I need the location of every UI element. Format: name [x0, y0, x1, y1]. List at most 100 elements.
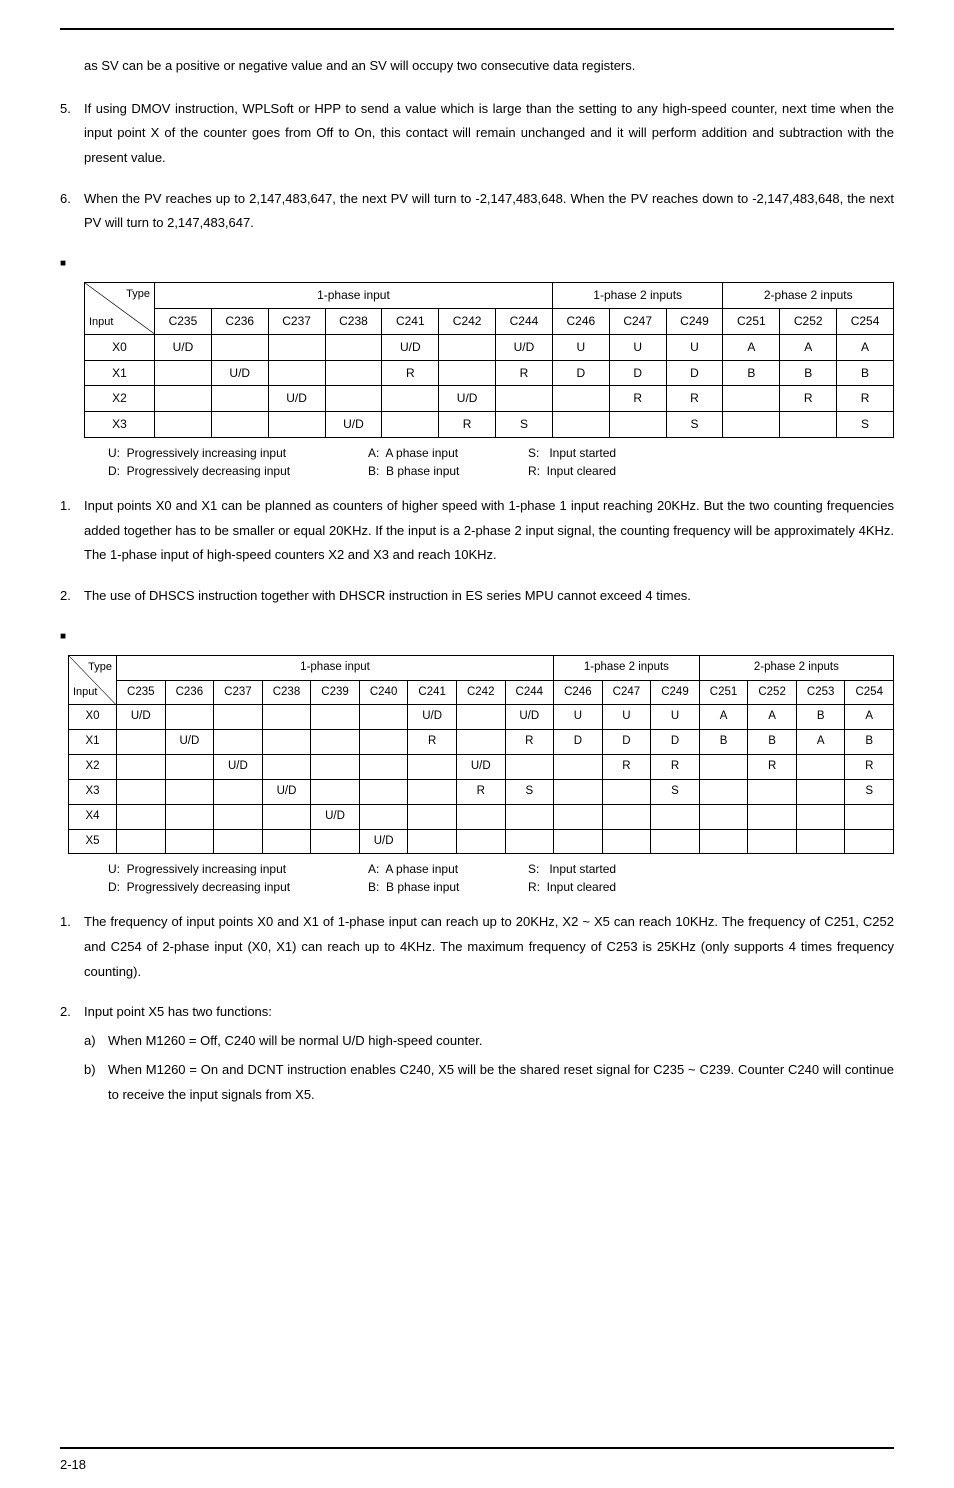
table-cell	[262, 829, 311, 854]
s1-n2: 2.	[60, 584, 84, 609]
table-cell: D	[666, 360, 723, 386]
table-cell	[262, 730, 311, 755]
table-cell	[408, 804, 457, 829]
table-row-header: X1	[85, 360, 155, 386]
table-cell: U/D	[439, 386, 496, 412]
t1-g1: 1-phase input	[155, 283, 553, 309]
t2-g3: 2-phase 2 inputs	[699, 655, 893, 680]
table-cell: R	[748, 755, 797, 780]
table-cell: U/D	[408, 705, 457, 730]
table-cell: S	[666, 412, 723, 438]
s1-t2: The use of DHSCS instruction together wi…	[84, 584, 894, 609]
table-cell	[723, 386, 780, 412]
s2-sub-b: b) When M1260 = On and DCNT instruction …	[84, 1058, 894, 1107]
table-cell: R	[845, 755, 894, 780]
table-cell	[651, 804, 700, 829]
table-col-header: C235	[155, 308, 212, 334]
table-col-header: C239	[311, 680, 360, 705]
table-col-header: C236	[211, 308, 268, 334]
leg-b: B: B phase input	[368, 462, 528, 480]
leg2-a: A: A phase input	[368, 860, 528, 878]
table-cell: R	[780, 386, 837, 412]
table-cell	[552, 386, 609, 412]
table-row: X2U/DU/DRRRR	[69, 755, 894, 780]
s1-item-1: 1. Input points X0 and X1 can be planned…	[60, 494, 894, 568]
legend-1: U: Progressively increasing input A: A p…	[108, 444, 894, 480]
s2-t1: The frequency of input points X0 and X1 …	[84, 910, 894, 984]
table-cell	[748, 779, 797, 804]
leg2-d: D: Progressively decreasing input	[108, 878, 368, 896]
leg2-s: S: Input started	[528, 860, 678, 878]
table-row: X0U/DU/DU/DUUUAAA	[85, 334, 894, 360]
table-row-header: X0	[85, 334, 155, 360]
leg2-r: R: Input cleared	[528, 878, 678, 896]
table-cell: U/D	[456, 755, 505, 780]
table-cell	[748, 804, 797, 829]
table-cell	[382, 412, 439, 438]
table-cell	[602, 779, 651, 804]
table-cell	[554, 829, 603, 854]
table-cell	[609, 412, 666, 438]
item-6: 6. When the PV reaches up to 2,147,483,6…	[60, 187, 894, 236]
s2-b-t: When M1260 = On and DCNT instruction ena…	[108, 1058, 894, 1107]
table-cell	[155, 386, 212, 412]
table-cell	[699, 804, 748, 829]
t1-g3: 2-phase 2 inputs	[723, 283, 894, 309]
table-cell	[214, 779, 263, 804]
table-cell: D	[602, 730, 651, 755]
table-col-header: C254	[837, 308, 894, 334]
table-cell: S	[496, 412, 553, 438]
table-cell: R	[837, 386, 894, 412]
table-col-header: C251	[723, 308, 780, 334]
table-cell	[651, 829, 700, 854]
table-cell: U/D	[359, 829, 408, 854]
intro-text: as SV can be a positive or negative valu…	[84, 54, 894, 79]
table-cell: S	[505, 779, 554, 804]
table-cell: U/D	[496, 334, 553, 360]
table-cell	[408, 755, 457, 780]
table-cell	[796, 779, 845, 804]
table-col-header: C252	[780, 308, 837, 334]
table-col-header: C244	[496, 308, 553, 334]
table-cell	[796, 804, 845, 829]
s2-item-2: 2. Input point X5 has two functions:	[60, 1000, 894, 1025]
table-cell: B	[748, 730, 797, 755]
table-cell	[325, 360, 382, 386]
table-cell	[723, 412, 780, 438]
table-cell: U/D	[505, 705, 554, 730]
table-cell	[268, 334, 325, 360]
t2-type: Type	[88, 657, 112, 678]
table-cell: B	[723, 360, 780, 386]
s2-b-n: b)	[84, 1058, 108, 1083]
table-cell	[117, 755, 166, 780]
t1-type: Type	[126, 284, 150, 305]
leg-s: S: Input started	[528, 444, 678, 462]
table-cell: R	[439, 412, 496, 438]
table-cell	[552, 412, 609, 438]
s2-sub-a: a) When M1260 = Off, C240 will be normal…	[84, 1029, 894, 1054]
table-row: X1U/DRRDDDBBB	[85, 360, 894, 386]
table-cell	[262, 804, 311, 829]
leg-r: R: Input cleared	[528, 462, 678, 480]
table-cell	[211, 412, 268, 438]
s2-a-n: a)	[84, 1029, 108, 1054]
table-cell	[117, 829, 166, 854]
table-cell: U/D	[165, 730, 214, 755]
table-cell	[602, 804, 651, 829]
table-cell: R	[609, 386, 666, 412]
s2-n1: 1.	[60, 910, 84, 935]
table-cell: R	[505, 730, 554, 755]
table-cell	[699, 779, 748, 804]
table-cell	[699, 829, 748, 854]
table-col-header: C235	[117, 680, 166, 705]
table-cell	[214, 829, 263, 854]
table-cell	[268, 360, 325, 386]
table-cell	[408, 829, 457, 854]
table-cell: U	[554, 705, 603, 730]
table-cell: A	[699, 705, 748, 730]
table-row: X4U/D	[69, 804, 894, 829]
t1-g2: 1-phase 2 inputs	[552, 283, 723, 309]
table-cell: U/D	[117, 705, 166, 730]
table-cell	[382, 386, 439, 412]
s1-item-2: 2. The use of DHSCS instruction together…	[60, 584, 894, 609]
